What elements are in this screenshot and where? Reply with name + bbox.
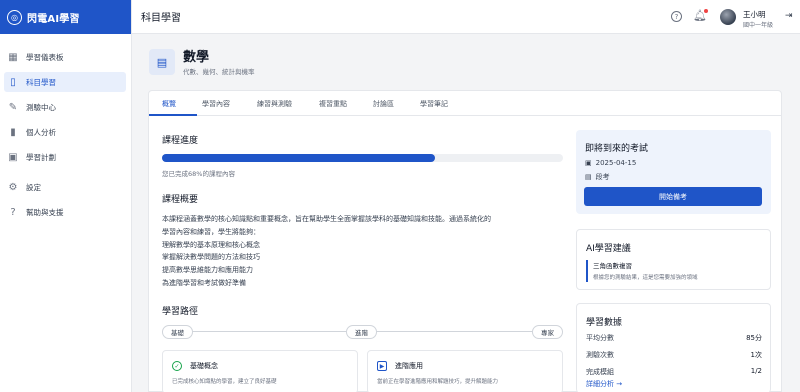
start-prep-button[interactable]: 開始備考: [584, 187, 762, 206]
overview-line: 學習內容和練習，學生將能夠：: [162, 227, 260, 236]
stats-title: 學習數據: [586, 318, 623, 328]
progress-fill: [162, 154, 435, 162]
subject-name: 數學: [183, 50, 210, 65]
subject-card: 概覽 學習內容 練習與測驗 複習重點 討論區 學習筆記 課程進度 您已完成68%…: [148, 90, 782, 392]
pencil-icon: ✎: [8, 101, 18, 113]
step-title: 基礎概念: [190, 362, 218, 370]
sidebar-item-help[interactable]: ? 幫助與支援: [4, 202, 126, 222]
exam-date-row: ▣ 2025-04-15: [585, 159, 636, 167]
ai-advice-panel: AI學習建議 三角函數複習 根據您的測驗結果，這是您需要加強的領域: [576, 229, 771, 290]
overview-line: 為進階學習和考試做好準備: [162, 278, 246, 287]
step-desc: 當前正在學習進階應用和解題技巧，提升解題能力: [377, 379, 499, 385]
check-icon: ✓: [172, 361, 182, 371]
active-tab-indicator: [149, 114, 197, 116]
sidebar-item-dashboard[interactable]: ▦ 學習儀表板: [4, 47, 126, 67]
step-desc: 已完成核心知識點的學習，建立了良好基礎: [172, 379, 277, 385]
gear-icon: ⚙: [8, 181, 18, 193]
sidebar: ◎ 閃電AI學習 ▦ 學習儀表板 ▯ 科目學習 ✎ 測驗中心 ▮ 個人分析 ▣ …: [0, 0, 132, 392]
upcoming-exam-panel: 即將到來的考試 ▣ 2025-04-15 ▤ 段考 開始備考: [576, 130, 771, 214]
tab-review[interactable]: 複習重點: [319, 99, 347, 109]
step-card-advanced[interactable]: ▶ 進階應用 當前正在學習進階應用和解題技巧，提升解題能力: [367, 350, 563, 392]
ai-advice-item[interactable]: 三角函數複習 根據您的測驗結果，這是您需要加強的領域: [586, 260, 762, 282]
stat-value: 1次: [750, 351, 762, 359]
stat-label: 平均分數: [586, 334, 614, 342]
stat-row: 測驗次數 1次: [586, 350, 762, 360]
learning-path-title: 學習路徑: [162, 307, 199, 317]
user-grade: 國中一年級: [743, 22, 774, 29]
brain-logo-icon: ◎: [7, 9, 22, 25]
sidebar-item-subjects[interactable]: ▯ 科目學習: [4, 72, 126, 92]
stat-row: 完成模組 1/2: [586, 367, 762, 377]
dashboard-icon: ▦: [8, 51, 18, 63]
brand[interactable]: ◎ 閃電AI學習: [0, 0, 131, 34]
path-level-advanced[interactable]: 進階: [346, 325, 377, 339]
tab-notes[interactable]: 學習筆記: [420, 99, 448, 109]
ai-advice-item-title: 三角函數複習: [593, 262, 632, 270]
detailed-analysis-link[interactable]: 詳細分析 →: [586, 379, 622, 389]
exam-type: 段考: [595, 173, 610, 181]
sidebar-item-label: 學習儀表板: [26, 52, 64, 62]
path-level-expert[interactable]: 專家: [532, 325, 563, 339]
sidebar-item-label: 幫助與支援: [26, 207, 64, 217]
help-icon: ?: [10, 206, 16, 218]
sidebar-item-label: 學習計劃: [26, 152, 56, 162]
calendar-icon: ▣: [585, 159, 592, 167]
page-title: 科目學習: [141, 13, 181, 24]
tab-content[interactable]: 學習內容: [202, 99, 230, 109]
stat-value: 1/2: [750, 367, 762, 375]
sidebar-item-label: 測驗中心: [26, 102, 56, 112]
logout-icon[interactable]: ⇥: [785, 11, 793, 21]
sidebar-item-label: 個人分析: [26, 127, 56, 137]
stat-label: 完成模組: [586, 368, 614, 376]
notification-dot: [704, 9, 708, 13]
sidebar-item-plan[interactable]: ▣ 學習計劃: [4, 147, 126, 167]
step-title: 進階應用: [395, 362, 423, 370]
tab-practice[interactable]: 練習與測驗: [257, 99, 292, 109]
app-title: 閃電AI學習: [27, 13, 80, 25]
document-icon: ▤: [585, 173, 592, 181]
overview-line: 提高數學思維能力和應用能力: [162, 266, 253, 275]
overview-line: 本課程涵蓋數學的核心知識點和重要概念，旨在幫助學生全面掌握該學科的基礎知識和技能…: [162, 215, 491, 223]
sidebar-item-analysis[interactable]: ▮ 個人分析: [4, 122, 126, 142]
learning-stats-panel: 學習數據 平均分數 85分 測驗次數 1次 完成模組 1/2 詳細分析 →: [576, 303, 771, 392]
progress-bar: [162, 154, 563, 162]
tab-bar: 概覽 學習內容 練習與測驗 複習重點 討論區 學習筆記: [149, 91, 781, 116]
exam-type-row: ▤ 段考: [585, 172, 610, 182]
user-name: 王小明: [743, 10, 766, 19]
ai-advice-title: AI學習建議: [586, 244, 631, 254]
sidebar-item-settings[interactable]: ⚙ 設定: [4, 177, 126, 197]
avatar[interactable]: [720, 9, 736, 25]
learning-path-track: 基礎 進階 專家: [162, 325, 563, 339]
upcoming-exam-title: 即將到來的考試: [585, 144, 649, 154]
sidebar-item-quiz-center[interactable]: ✎ 測驗中心: [4, 97, 126, 117]
step-card-basic[interactable]: ✓ 基礎概念 已完成核心知識點的學習，建立了良好基礎: [162, 350, 358, 392]
exam-date: 2025-04-15: [595, 159, 637, 167]
sidebar-nav: ▦ 學習儀表板 ▯ 科目學習 ✎ 測驗中心 ▮ 個人分析 ▣ 學習計劃 ⚙ 設定…: [0, 34, 131, 222]
subject-description: 代數、幾何、統計與機率: [183, 68, 255, 76]
overview-text: 本課程涵蓋數學的核心知識點和重要概念，旨在幫助學生全面掌握該學科的基礎知識和技能…: [162, 213, 572, 290]
tab-discussion[interactable]: 討論區: [373, 99, 394, 109]
progress-title: 課程進度: [162, 136, 199, 146]
bar-chart-icon: ▮: [10, 126, 16, 138]
calculator-icon: ▤: [149, 49, 175, 75]
overview-title: 課程概要: [162, 195, 199, 205]
help-circle-icon[interactable]: ?: [671, 11, 682, 22]
ai-advice-item-desc: 根據您的測驗結果，這是您需要加強的領域: [593, 275, 698, 281]
book-icon: ▯: [10, 76, 16, 88]
tab-overview[interactable]: 概覽: [162, 99, 176, 109]
sidebar-item-label: 科目學習: [26, 77, 56, 87]
overview-line: 理解數學的基本原理和核心概念: [162, 240, 260, 249]
stat-value: 85分: [746, 334, 762, 342]
overview-line: 掌握解決數學問題的方法和技巧: [162, 253, 260, 262]
play-icon: ▶: [377, 361, 387, 371]
progress-text: 您已完成68%的課程內容: [162, 170, 235, 178]
path-level-basic[interactable]: 基礎: [162, 325, 193, 339]
sidebar-item-label: 設定: [26, 182, 41, 192]
stat-label: 測驗次數: [586, 351, 614, 359]
calendar-icon: ▣: [8, 151, 18, 163]
stat-row: 平均分數 85分: [586, 333, 762, 343]
